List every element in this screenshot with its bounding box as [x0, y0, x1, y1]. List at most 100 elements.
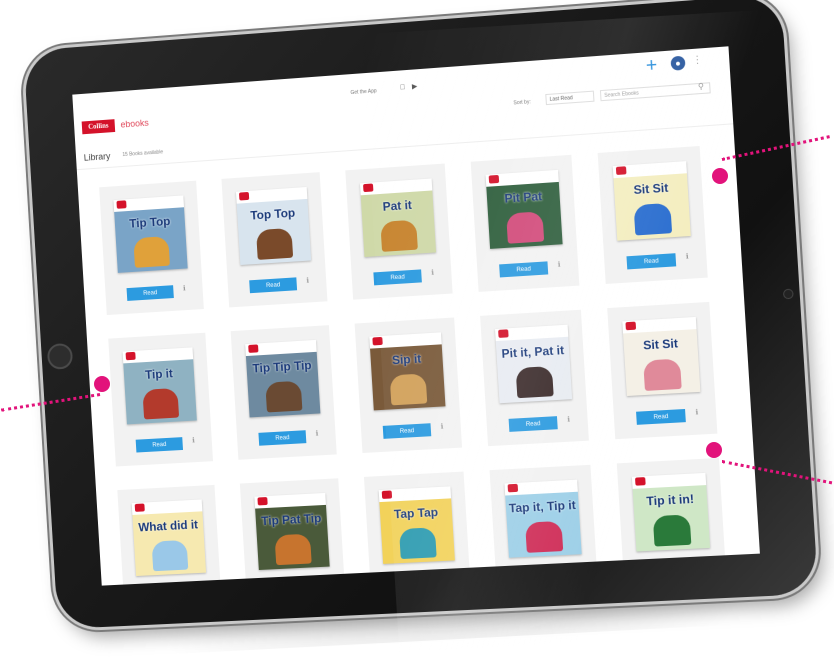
book-info-icon[interactable]: ℹ [705, 564, 708, 572]
read-button[interactable]: Read [518, 571, 568, 586]
read-button[interactable]: Read [626, 253, 677, 270]
cover-band [622, 316, 697, 334]
cover-band [612, 161, 687, 179]
tablet-device: Collins ebooks Get the App  ▶ + ● ⋮ Sor… [23, 0, 819, 630]
read-button[interactable]: Read [645, 564, 696, 581]
read-button[interactable]: Read [373, 269, 422, 286]
book-card[interactable]: Top Top Read ℹ [221, 172, 328, 308]
book-card[interactable]: Tip Tip Tip Read ℹ [230, 325, 337, 460]
book-info-icon[interactable]: ℹ [567, 415, 570, 423]
read-button[interactable]: Read [249, 277, 298, 294]
book-cover[interactable]: Pat it [359, 178, 437, 258]
book-card[interactable]: Sit Sit Read ℹ [607, 301, 718, 440]
cover-band [359, 178, 433, 196]
series-badge-icon [635, 477, 646, 486]
read-button[interactable]: Read [267, 583, 316, 586]
cover-illustration [274, 533, 312, 566]
book-card[interactable]: Tip Pat Tip Read ℹ [239, 478, 347, 586]
cover-illustration [398, 527, 437, 560]
book-title: Top Top [249, 205, 296, 223]
read-button[interactable]: Read [382, 423, 432, 439]
series-badge-icon [134, 503, 145, 512]
book-cover[interactable]: Tap it, Tip it [504, 479, 582, 558]
cover-illustration [380, 219, 418, 252]
book-info-icon[interactable]: ℹ [183, 284, 186, 292]
book-card[interactable]: Sip it Read ℹ [354, 317, 463, 454]
book-cover[interactable]: Tip Pat Tip [254, 492, 330, 571]
book-card[interactable]: Tip it in! Read ℹ [616, 457, 728, 586]
cover-band [122, 347, 194, 364]
book-title: Sip it [391, 351, 422, 368]
series-badge-icon [363, 183, 374, 193]
cover-illustration [389, 373, 428, 406]
cover-illustration [265, 380, 303, 413]
series-badge-icon [381, 490, 393, 499]
read-button[interactable]: Read [636, 408, 686, 425]
cover-band [495, 324, 569, 342]
book-card[interactable]: Pat it Read ℹ [345, 163, 453, 300]
cover-illustration [255, 227, 294, 260]
book-info-icon[interactable]: ℹ [192, 436, 195, 444]
cover-band [369, 332, 442, 349]
book-info-icon[interactable]: ℹ [431, 269, 434, 277]
book-title: Sit Sit [633, 180, 669, 198]
book-cover[interactable]: Sit Sit [612, 161, 691, 241]
book-cover[interactable]: Pit Pat [485, 169, 563, 249]
book-cover[interactable]: Tip it in! [631, 472, 711, 552]
series-badge-icon [507, 483, 519, 493]
book-title: Pit it, Pat it [501, 343, 565, 361]
book-cover[interactable]: Tip Top [113, 195, 188, 273]
book-cover[interactable]: Tap Tap [378, 486, 455, 564]
series-badge-icon [372, 336, 383, 346]
book-info-icon[interactable]: ℹ [558, 261, 561, 269]
book-cover[interactable]: Top Top [235, 186, 312, 266]
book-title: Tip Top [128, 214, 171, 231]
book-card[interactable]: Pit it, Pat it Read ℹ [480, 309, 589, 447]
book-cover[interactable]: What did it [131, 499, 207, 577]
book-info-icon[interactable]: ℹ [306, 277, 309, 285]
cover-band [378, 486, 452, 503]
book-info-icon[interactable]: ℹ [325, 583, 328, 586]
cover-band [254, 492, 326, 509]
read-button[interactable]: Read [508, 416, 558, 432]
cover-band [504, 479, 578, 496]
book-title: What did it [137, 517, 199, 535]
book-card[interactable]: Pit Pat Read ℹ [470, 154, 580, 292]
callout-dot-bottom-right [706, 442, 722, 458]
book-info-icon[interactable]: ℹ [686, 252, 689, 260]
book-cover[interactable]: Tip Tip Tip [245, 339, 321, 418]
book-info-icon[interactable]: ℹ [577, 570, 580, 578]
read-button[interactable]: Read [499, 261, 549, 278]
series-badge-icon [125, 351, 136, 361]
cover-illustration [633, 202, 673, 236]
book-info-icon[interactable]: ℹ [315, 430, 319, 438]
book-title: Tip it [144, 366, 174, 382]
book-cover[interactable]: Pit it, Pat it [495, 324, 573, 404]
book-card[interactable]: What did itReadℹ [117, 484, 223, 586]
read-button[interactable]: Read [258, 430, 307, 446]
callout-dot-left [94, 376, 110, 392]
read-button[interactable]: Read [135, 437, 184, 453]
book-card[interactable]: Sit Sit Read ℹ [597, 145, 708, 284]
book-info-icon[interactable]: ℹ [695, 408, 698, 416]
book-info-icon[interactable]: ℹ [450, 577, 453, 585]
book-card[interactable]: Tip Top Read ℹ [99, 180, 204, 316]
cover-illustration [151, 539, 189, 572]
book-info-icon[interactable]: ℹ [440, 423, 444, 431]
book-title: Tip Tip Tip [252, 358, 312, 376]
book-card[interactable]: Tap Tap Read ℹ [363, 471, 472, 586]
cover-illustration [643, 358, 682, 391]
cover-illustration [133, 236, 170, 268]
book-cover[interactable]: Tip it [122, 347, 197, 425]
book-card[interactable]: Tap it, Tip it Read ℹ [489, 464, 599, 586]
series-badge-icon [625, 321, 637, 331]
book-card[interactable]: Tip it Read ℹ [108, 332, 214, 467]
home-button-icon [46, 342, 74, 370]
read-button[interactable]: Read [126, 285, 174, 301]
cover-illustration [506, 211, 545, 244]
book-cover[interactable]: Sit Sit [622, 316, 701, 397]
cover-band [131, 499, 203, 515]
book-title: Tip Pat Tip [260, 511, 322, 529]
read-button[interactable]: Read [392, 577, 441, 586]
book-cover[interactable]: Sip it [369, 332, 446, 411]
